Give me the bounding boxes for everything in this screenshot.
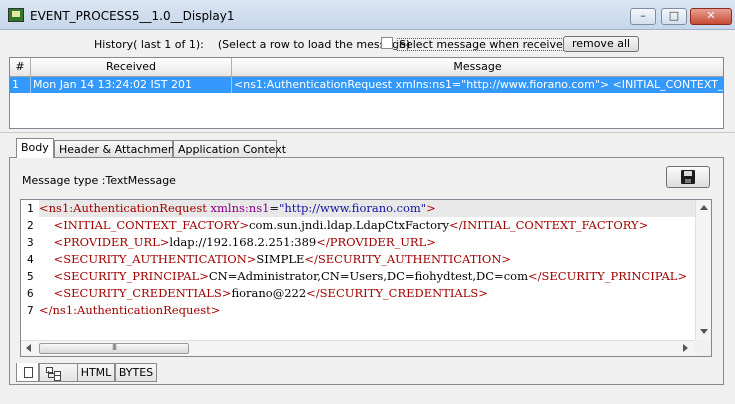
line-number: 6 bbox=[27, 287, 34, 300]
row-received: Mon Jan 14 13:24:02 IST 201 bbox=[31, 77, 232, 93]
tab-header-attachments[interactable]: Header & Attachments bbox=[54, 140, 185, 158]
window-title: EVENT_PROCESS5__1.0__Display1 bbox=[30, 9, 235, 23]
xml-text: fiorano@222 bbox=[231, 286, 307, 300]
scroll-left-icon[interactable] bbox=[26, 344, 31, 352]
floppy-disk-icon bbox=[681, 170, 695, 184]
scroll-right-icon[interactable] bbox=[683, 344, 688, 352]
xml-tag: <ns1:AuthenticationRequest bbox=[39, 201, 207, 215]
code-line: <SECURITY_AUTHENTICATION>SIMPLE</SECURIT… bbox=[39, 251, 696, 268]
code-line: <SECURITY_PRINCIPAL>CN=Administrator,CN=… bbox=[39, 268, 696, 285]
history-table: # Received Message 1 Mon Jan 14 13:24:02… bbox=[9, 57, 724, 129]
line-number-gutter: 1 2 3 4 5 6 7 bbox=[21, 200, 37, 340]
document-icon bbox=[24, 367, 33, 378]
xml-tag: </SECURITY_PRINCIPAL> bbox=[527, 269, 688, 283]
xml-tag: </SECURITY_AUTHENTICATION> bbox=[304, 252, 512, 266]
select-when-received-checkbox[interactable] bbox=[381, 37, 393, 49]
history-toolbar: History( last 1 of 1): (Select a row to … bbox=[0, 34, 735, 54]
select-when-received-label[interactable]: Select message when received bbox=[397, 38, 572, 51]
table-row[interactable]: 1 Mon Jan 14 13:24:02 IST 201 <ns1:Authe… bbox=[10, 77, 723, 93]
xml-tag: > bbox=[426, 201, 436, 215]
tab-body[interactable]: Body bbox=[16, 138, 54, 158]
tab-text-view[interactable] bbox=[16, 363, 39, 382]
xml-tag: <INITIAL_CONTEXT_FACTORY> bbox=[53, 218, 249, 232]
line-number: 5 bbox=[27, 270, 34, 283]
line-number: 3 bbox=[27, 236, 34, 249]
xml-editor[interactable]: 1 2 3 4 5 6 7 <ns1:AuthenticationRequest… bbox=[20, 199, 712, 357]
message-type-label: Message type :TextMessage bbox=[22, 174, 176, 187]
xml-tag: </PROVIDER_URL> bbox=[316, 235, 436, 249]
code-line: <SECURITY_CREDENTIALS>fiorano@222</SECUR… bbox=[39, 285, 696, 302]
horizontal-scrollbar[interactable]: III bbox=[21, 340, 695, 356]
xml-tag: <SECURITY_AUTHENTICATION> bbox=[53, 252, 257, 266]
vertical-scrollbar[interactable] bbox=[695, 200, 711, 340]
xml-text: SIMPLE bbox=[256, 252, 305, 266]
xml-tag: <SECURITY_PRINCIPAL> bbox=[53, 269, 209, 283]
scroll-up-icon[interactable] bbox=[700, 205, 708, 210]
row-message: <ns1:AuthenticationRequest xmlns:ns1="ht… bbox=[234, 78, 723, 91]
code-line: <ns1:AuthenticationRequest xmlns:ns1="ht… bbox=[39, 200, 696, 217]
tree-icon bbox=[46, 367, 62, 381]
history-label: History( last 1 of 1): (Select a row to … bbox=[94, 38, 410, 51]
line-number: 7 bbox=[27, 304, 34, 317]
code-line: <INITIAL_CONTEXT_FACTORY>com.sun.jndi.ld… bbox=[39, 217, 696, 234]
xml-text: com.sun.jndi.ldap.LdapCtxFactory bbox=[249, 218, 450, 232]
xml-tag: </ns1:AuthenticationRequest> bbox=[39, 303, 221, 317]
tab-bytes-view[interactable]: BYTES bbox=[115, 363, 157, 382]
row-number: 1 bbox=[10, 77, 31, 93]
column-header-number[interactable]: # bbox=[10, 58, 31, 76]
column-header-message[interactable]: Message bbox=[232, 58, 723, 76]
line-number: 1 bbox=[27, 202, 34, 215]
xml-tag: <PROVIDER_URL> bbox=[53, 235, 170, 249]
line-number: 2 bbox=[27, 219, 34, 232]
code-area[interactable]: <ns1:AuthenticationRequest xmlns:ns1="ht… bbox=[39, 200, 696, 340]
scroll-corner bbox=[695, 340, 711, 356]
table-header: # Received Message bbox=[10, 58, 723, 77]
scroll-down-icon[interactable] bbox=[700, 329, 708, 334]
xml-attribute-value: "http://www.fiorano.com" bbox=[279, 201, 427, 215]
remove-all-button[interactable]: remove all bbox=[563, 36, 639, 52]
line-number: 4 bbox=[27, 253, 34, 266]
split-pane-divider[interactable] bbox=[0, 132, 735, 137]
xml-text: ldap://192.168.2.251:389 bbox=[169, 235, 317, 249]
xml-tag: </INITIAL_CONTEXT_FACTORY> bbox=[449, 218, 649, 232]
maximize-button[interactable]: □ bbox=[661, 8, 687, 25]
xml-attribute: xmlns:ns1 bbox=[210, 201, 270, 215]
code-line: </ns1:AuthenticationRequest> bbox=[39, 302, 696, 319]
tab-html-view[interactable]: HTML bbox=[77, 363, 115, 382]
minimize-button[interactable]: – bbox=[630, 8, 656, 25]
save-button[interactable] bbox=[666, 166, 710, 188]
body-panel: Message type :TextMessage 1 2 3 4 5 6 7 … bbox=[9, 157, 724, 385]
tab-application-context[interactable]: Application Context bbox=[173, 140, 286, 158]
xml-tag: </SECURITY_CREDENTIALS> bbox=[306, 286, 488, 300]
xml-equals: = bbox=[269, 201, 280, 215]
close-button[interactable]: ✕ bbox=[690, 8, 732, 25]
history-count: History( last 1 of 1): bbox=[94, 38, 204, 51]
title-bar: EVENT_PROCESS5__1.0__Display1 – □ ✕ bbox=[0, 0, 735, 30]
code-line: <PROVIDER_URL>ldap://192.168.2.251:389</… bbox=[39, 234, 696, 251]
xml-tag: <SECURITY_CREDENTIALS> bbox=[53, 286, 232, 300]
column-header-received[interactable]: Received bbox=[31, 58, 232, 76]
app-icon bbox=[8, 8, 24, 22]
horizontal-scroll-thumb[interactable]: III bbox=[39, 343, 189, 354]
xml-text: CN=Administrator,CN=Users,DC=fiohydtest,… bbox=[208, 269, 528, 283]
